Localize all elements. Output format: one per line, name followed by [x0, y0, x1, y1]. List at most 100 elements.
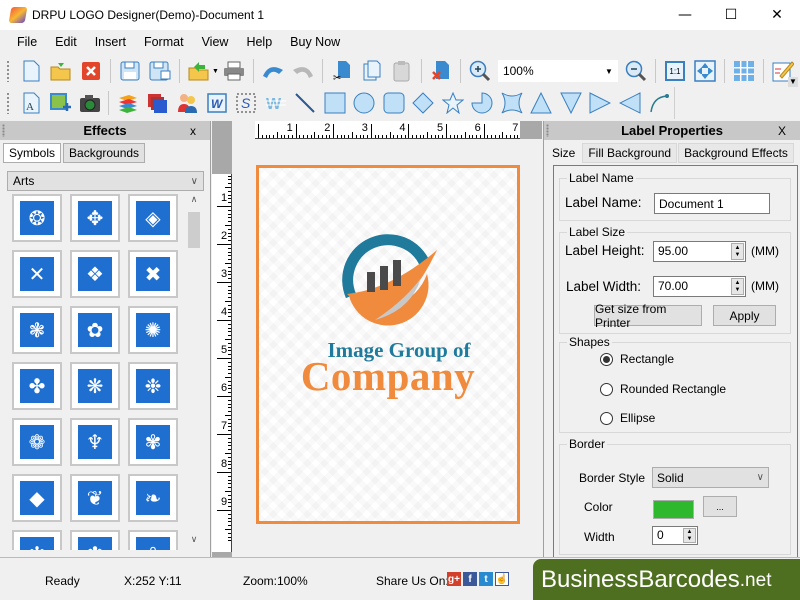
tab-size[interactable]: Size: [546, 143, 582, 163]
border-color-swatch[interactable]: [653, 500, 694, 519]
shape-rounded-rectangle-radio[interactable]: Rounded Rectangle: [600, 382, 726, 396]
symbol-item[interactable]: ✽: [70, 530, 120, 550]
get-size-from-printer-button[interactable]: Get size from Printer: [594, 302, 702, 330]
cut-icon[interactable]: ✂: [330, 59, 354, 83]
fit-to-window-icon[interactable]: [693, 59, 717, 83]
label-width-input[interactable]: 70.00 ▲ ▼: [653, 276, 746, 297]
menu-file[interactable]: File: [8, 35, 46, 49]
triangle-right-icon[interactable]: [588, 91, 612, 115]
users-icon[interactable]: [175, 91, 199, 115]
tab-backgrounds[interactable]: Backgrounds: [63, 143, 146, 163]
symbol-item[interactable]: ✖: [128, 250, 178, 298]
grid-icon[interactable]: [732, 59, 756, 83]
symbol-scrollbar[interactable]: ∧ ∨: [186, 194, 202, 550]
symbol-item[interactable]: ❖: [70, 250, 120, 298]
delete-icon[interactable]: [429, 59, 453, 83]
close-icon[interactable]: X: [778, 124, 786, 138]
brand-banner[interactable]: BusinessBarcodes .net: [533, 559, 800, 600]
panel-grip[interactable]: [2, 124, 5, 137]
symbol-item[interactable]: ❋: [70, 362, 120, 410]
line-icon[interactable]: [293, 91, 317, 115]
apply-button[interactable]: Apply: [713, 305, 776, 326]
shape-ellipse-radio[interactable]: Ellipse: [600, 411, 655, 425]
insert-image-icon[interactable]: [48, 91, 72, 115]
symbol-item[interactable]: ✺: [128, 306, 178, 354]
triangle-down-icon[interactable]: [559, 91, 583, 115]
menu-help[interactable]: Help: [237, 35, 281, 49]
logo-graphic[interactable]: [337, 234, 437, 334]
facebook-icon[interactable]: f: [463, 572, 477, 586]
scroll-up-icon[interactable]: ∧: [186, 194, 202, 210]
toolbar-grip[interactable]: [6, 60, 10, 82]
tab-symbols[interactable]: Symbols: [3, 143, 62, 163]
menu-view[interactable]: View: [193, 35, 238, 49]
symbol-item[interactable]: ❀: [128, 530, 178, 550]
symbol-item[interactable]: ✕: [12, 250, 62, 298]
ellipse-icon[interactable]: [352, 91, 376, 115]
signature-icon[interactable]: S: [234, 91, 258, 115]
symbol-item[interactable]: ❉: [128, 362, 178, 410]
symbol-item[interactable]: ♆: [70, 418, 120, 466]
rounded-rectangle-icon[interactable]: [382, 91, 406, 115]
menu-buy-now[interactable]: Buy Now: [281, 35, 349, 49]
symbol-item[interactable]: ❃: [12, 306, 62, 354]
symbol-category-select[interactable]: Arts ∨: [7, 171, 204, 191]
background-icon[interactable]: [146, 91, 170, 115]
camera-icon[interactable]: [78, 91, 102, 115]
symbol-item[interactable]: ✾: [128, 418, 178, 466]
zoom-in-icon[interactable]: [468, 59, 492, 83]
redo-icon[interactable]: [291, 59, 315, 83]
label-height-input[interactable]: 95.00 ▲ ▼: [653, 241, 746, 262]
google-plus-icon[interactable]: g+: [447, 572, 461, 586]
twitter-icon[interactable]: t: [479, 572, 493, 586]
rectangle-icon[interactable]: [323, 91, 347, 115]
border-width-input[interactable]: 0 ▲ ▼: [652, 526, 698, 545]
toolbar-overflow-button[interactable]: ▼: [788, 77, 798, 87]
symbol-item[interactable]: ✿: [70, 306, 120, 354]
border-style-select[interactable]: Solid ∨: [652, 467, 769, 488]
star-icon[interactable]: [441, 91, 465, 115]
arc-icon[interactable]: [647, 91, 671, 115]
symbol-item[interactable]: ❁: [12, 418, 62, 466]
paste-icon[interactable]: [390, 59, 414, 83]
actual-size-icon[interactable]: 1:1: [663, 59, 687, 83]
symbol-item[interactable]: ✤: [12, 362, 62, 410]
symbol-item[interactable]: ◈: [128, 194, 178, 242]
spin-updown-icon[interactable]: ▲ ▼: [683, 528, 696, 543]
spin-updown-icon[interactable]: ▲ ▼: [731, 243, 744, 260]
word-art-icon[interactable]: W: [205, 91, 229, 115]
symbol-item[interactable]: ❧: [128, 474, 178, 522]
tab-fill-background[interactable]: Fill Background: [582, 143, 678, 163]
undo-icon[interactable]: [261, 59, 285, 83]
print-icon[interactable]: [222, 59, 246, 83]
menu-edit[interactable]: Edit: [46, 35, 86, 49]
open-folder-icon[interactable]: [49, 59, 73, 83]
watermark-icon[interactable]: W: [264, 91, 288, 115]
label-document[interactable]: Image Group of Company: [256, 165, 520, 524]
symbol-item[interactable]: ❂: [12, 194, 62, 242]
export-dropdown-icon[interactable]: ▼: [212, 68, 219, 75]
triangle-left-icon[interactable]: [618, 91, 642, 115]
pie-shape-icon[interactable]: [470, 91, 494, 115]
symbol-item[interactable]: ◆: [12, 474, 62, 522]
export-icon[interactable]: [187, 59, 211, 83]
scroll-down-icon[interactable]: ∨: [186, 534, 202, 550]
menu-insert[interactable]: Insert: [86, 35, 135, 49]
zoom-combobox[interactable]: 100% ▼: [497, 60, 618, 82]
diamond-icon[interactable]: [411, 91, 435, 115]
save-as-icon[interactable]: [148, 59, 172, 83]
close-icon[interactable]: x: [190, 124, 196, 138]
color-picker-button[interactable]: ...: [703, 496, 737, 517]
panel-grip[interactable]: [546, 124, 549, 137]
symbol-item[interactable]: ✻: [12, 530, 62, 550]
shape-rectangle-radio[interactable]: Rectangle: [600, 352, 674, 366]
layers-icon[interactable]: [116, 91, 140, 115]
like-icon[interactable]: ☝: [495, 572, 509, 586]
symbol-item[interactable]: ✥: [70, 194, 120, 242]
close-document-icon[interactable]: [79, 59, 103, 83]
symbol-item[interactable]: ❦: [70, 474, 120, 522]
toolbar-grip[interactable]: [6, 92, 10, 114]
menu-format[interactable]: Format: [135, 35, 193, 49]
minimize-button[interactable]: —: [662, 0, 708, 30]
new-document-icon[interactable]: [19, 59, 43, 83]
